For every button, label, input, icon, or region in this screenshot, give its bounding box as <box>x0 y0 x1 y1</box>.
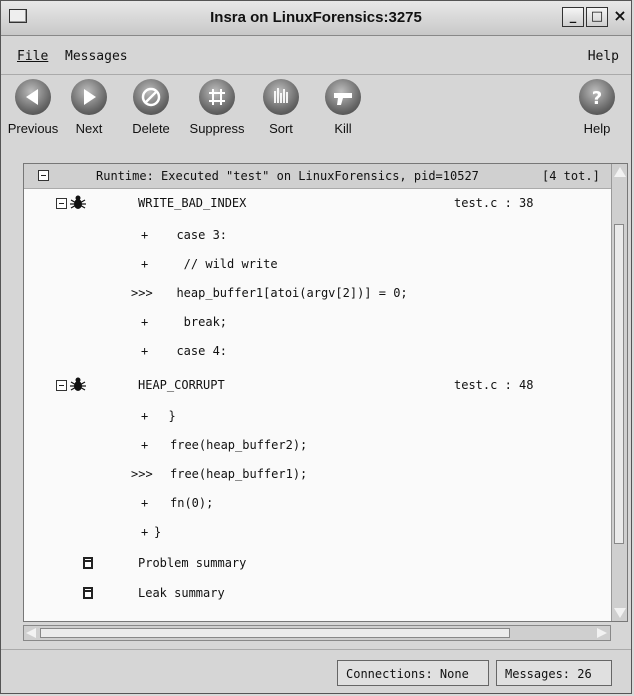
scroll-right-icon[interactable] <box>597 628 607 638</box>
line-marker: + <box>141 257 149 271</box>
connections-status: Connections: None <box>337 660 489 686</box>
menu-bar: File Messages Help <box>1 36 631 75</box>
sort-button[interactable]: Sort <box>251 79 311 136</box>
code-text: free(heap_buffer2); <box>170 438 308 452</box>
code-text: } <box>154 409 176 423</box>
runtime-header-row[interactable]: Runtime: Executed "test" on LinuxForensi… <box>24 164 612 189</box>
code-text: heap_buffer1[atoi(argv[2])] = 0; <box>162 286 408 300</box>
delete-icon <box>133 79 169 115</box>
line-marker: + <box>141 228 149 242</box>
document-icon <box>83 557 93 569</box>
bug-icon <box>70 195 86 209</box>
horizontal-scrollbar[interactable] <box>23 625 611 641</box>
code-text: fn(0); <box>170 496 214 510</box>
line-marker: + <box>141 344 149 358</box>
delete-label: Delete <box>132 121 170 136</box>
code-text: } <box>154 525 162 539</box>
suppress-icon <box>199 79 235 115</box>
svg-text:?: ? <box>592 88 602 109</box>
help-label: Help <box>583 121 611 136</box>
delete-button[interactable]: Delete <box>121 79 181 136</box>
next-label: Next <box>75 121 103 136</box>
vertical-scrollbar[interactable] <box>611 164 627 621</box>
status-bar: Connections: None Messages: 26 <box>1 649 631 696</box>
menu-file[interactable]: File <box>17 49 48 64</box>
scroll-up-icon[interactable] <box>614 167 626 177</box>
title-bar[interactable]: Insra on LinuxForensics:3275 _ □ × <box>1 1 631 36</box>
minimize-button[interactable]: _ <box>562 7 584 27</box>
code-text: case 3: <box>162 228 228 242</box>
menu-messages[interactable]: Messages <box>65 49 128 64</box>
maximize-button[interactable]: □ <box>586 7 608 27</box>
code-text: break; <box>162 315 228 329</box>
vertical-scroll-thumb[interactable] <box>614 224 624 544</box>
suppress-label: Suppress <box>189 121 245 136</box>
help-button[interactable]: ? Help <box>567 79 627 136</box>
previous-button[interactable]: Previous <box>3 79 63 136</box>
line-marker: >>> <box>131 286 153 300</box>
error-name: WRITE_BAD_INDEX <box>138 196 247 210</box>
error-location: test.c : 38 <box>454 196 534 210</box>
toolbar: Previous Next Delete Suppress Sort Kill … <box>1 75 631 153</box>
kill-button[interactable]: Kill <box>313 79 373 136</box>
line-marker: + <box>141 496 149 510</box>
suppress-button[interactable]: Suppress <box>187 79 247 136</box>
next-button[interactable]: Next <box>59 79 119 136</box>
previous-label: Previous <box>7 121 59 136</box>
code-text: free(heap_buffer1); <box>170 467 308 481</box>
line-marker: + <box>141 315 149 329</box>
close-button[interactable]: × <box>610 7 630 27</box>
messages-count: Messages: 26 <box>496 660 612 686</box>
window-title: Insra on LinuxForensics:3275 <box>210 9 422 26</box>
next-icon <box>71 79 107 115</box>
sort-label: Sort <box>269 121 293 136</box>
runtime-total-count: [4 tot.] <box>542 169 600 183</box>
insra-window: Insra on LinuxForensics:3275 _ □ × File … <box>0 0 632 694</box>
scroll-left-icon[interactable] <box>26 628 36 638</box>
summary-label: Leak summary <box>138 586 225 600</box>
error-name: HEAP_CORRUPT <box>138 378 225 392</box>
line-marker: + <box>141 525 149 539</box>
sort-icon <box>263 79 299 115</box>
collapse-error-toggle[interactable] <box>56 198 67 209</box>
error-location: test.c : 48 <box>454 378 534 392</box>
bug-icon <box>70 377 86 391</box>
horizontal-scroll-thumb[interactable] <box>40 628 510 638</box>
line-marker: + <box>141 438 149 452</box>
summary-label: Problem summary <box>138 556 247 570</box>
line-marker: + <box>141 409 149 423</box>
line-marker: >>> <box>131 467 153 481</box>
code-text: case 4: <box>162 344 228 358</box>
menu-help[interactable]: Help <box>588 49 619 64</box>
collapse-error-toggle[interactable] <box>56 380 67 391</box>
question-icon: ? <box>579 79 615 115</box>
document-icon <box>83 587 93 599</box>
gun-icon <box>325 79 361 115</box>
scroll-down-icon[interactable] <box>614 608 626 618</box>
runtime-header-text: Runtime: Executed "test" on LinuxForensi… <box>96 169 479 183</box>
collapse-runtime-toggle[interactable] <box>38 170 49 181</box>
code-text: // wild write <box>162 257 278 271</box>
kill-label: Kill <box>334 121 352 136</box>
previous-icon <box>15 79 51 115</box>
message-list[interactable]: Runtime: Executed "test" on LinuxForensi… <box>23 163 628 622</box>
